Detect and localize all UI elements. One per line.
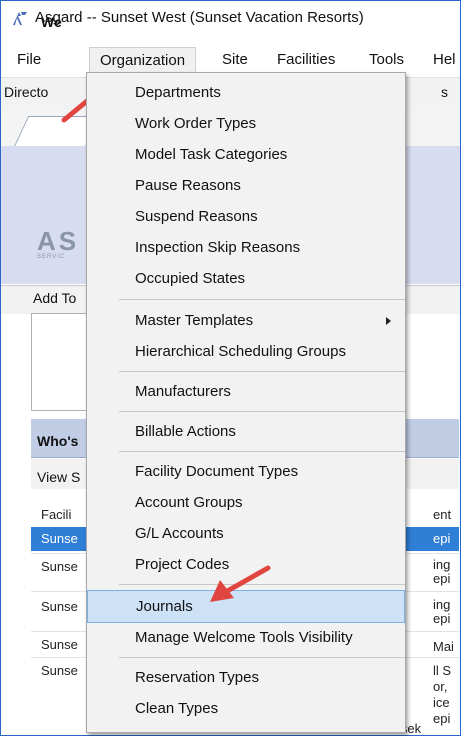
table-cell-right: ing [433, 557, 451, 572]
menu-organization[interactable]: Organization [89, 47, 197, 75]
table-cell-facility: Sunse [41, 531, 78, 546]
company-logo: AS [37, 226, 80, 256]
add-tools-label[interactable]: Add To [33, 290, 76, 306]
menu-item-billable-actions[interactable]: Billable Actions [87, 416, 405, 447]
menu-item-label: Hierarchical Scheduling Groups [135, 343, 346, 360]
menu-item-departments[interactable]: Departments [87, 77, 405, 108]
menu-item-label: Inspection Skip Reasons [135, 239, 301, 256]
menu-item-label: Account Groups [135, 494, 243, 511]
table-cell-right: ice [433, 695, 450, 710]
menu-tools[interactable]: Tools [369, 47, 404, 73]
menu-item-label: Suspend Reasons [135, 208, 258, 225]
window-title: Asgard -- Sunset West (Sunset Vacation R… [35, 9, 364, 26]
menu-separator [119, 411, 405, 412]
organization-dropdown-menu: Departments Work Order Types Model Task … [86, 72, 406, 733]
menu-item-manage-welcome-tools-visibility[interactable]: Manage Welcome Tools Visibility [87, 622, 405, 653]
menu-facilities[interactable]: Facilities [277, 47, 335, 73]
menu-item-facility-document-types[interactable]: Facility Document Types [87, 456, 405, 487]
table-cell-facility[interactable]: Sunse [41, 559, 78, 574]
menu-item-hierarchical-scheduling-groups[interactable]: Hierarchical Scheduling Groups [87, 336, 405, 367]
menu-bar: File Organization Site Facilities Tools … [1, 47, 460, 75]
asgard-logo-icon [13, 12, 27, 25]
menu-item-reservation-types[interactable]: Reservation Types [87, 662, 405, 693]
table-cell-facility[interactable]: Sunse [41, 663, 78, 678]
menu-item-label: Work Order Types [135, 115, 257, 132]
title-bar: Asgard -- Sunset West (Sunset Vacation R… [1, 1, 460, 35]
table-cell-facility[interactable]: Sunse [41, 637, 78, 652]
submenu-arrow-icon [386, 317, 391, 325]
menu-separator [119, 299, 405, 300]
menu-file[interactable]: File [17, 47, 41, 73]
menu-item-label: Pause Reasons [135, 177, 241, 194]
company-logo-subtitle: SERVIC [37, 254, 66, 260]
menu-item-manufacturers[interactable]: Manufacturers [87, 376, 405, 407]
table-cell-right: epi [433, 611, 451, 626]
directory-label[interactable]: Directo [4, 84, 48, 100]
menu-item-label: G/L Accounts [135, 525, 224, 542]
menu-item-label: Billable Actions [135, 423, 236, 440]
menu-item-label: Model Task Categories [135, 146, 288, 163]
menu-help[interactable]: Hel [433, 47, 456, 73]
menu-item-suspend-reasons[interactable]: Suspend Reasons [87, 201, 405, 232]
menu-item-clean-types[interactable]: Clean Types [87, 693, 405, 724]
menu-item-label: Departments [135, 84, 221, 101]
whos-panel-title: Who's [37, 433, 79, 449]
menu-item-label: Clean Types [135, 700, 219, 717]
table-cell-facility[interactable]: Sunse [41, 599, 78, 614]
menu-item-label: Journals [136, 598, 193, 615]
menu-item-label: Occupied States [135, 270, 246, 287]
menu-separator [119, 371, 405, 372]
menu-item-label: Reservation Types [135, 669, 259, 686]
column-facility-header[interactable]: Facili [41, 507, 71, 522]
menu-item-pause-reasons[interactable]: Pause Reasons [87, 170, 405, 201]
tools-panel [31, 313, 93, 411]
table-cell-right: epi [433, 531, 451, 546]
menu-item-inspection-skip-reasons[interactable]: Inspection Skip Reasons [87, 232, 405, 263]
menu-item-label: Manage Welcome Tools Visibility [135, 629, 353, 646]
table-cell-right: ll S [433, 663, 452, 678]
menu-item-account-groups[interactable]: Account Groups [87, 487, 405, 518]
menu-item-model-task-categories[interactable]: Model Task Categories [87, 139, 405, 170]
table-cell-right: Mai [433, 639, 454, 654]
table-cell-right: epi [433, 571, 451, 586]
menu-item-label: Master Templates [135, 312, 254, 329]
view-selector-label[interactable]: View S [37, 469, 80, 485]
table-cell-right: epi [433, 711, 451, 726]
tab-welcome-label: We [41, 14, 62, 30]
menu-item-label: Manufacturers [135, 383, 231, 400]
menu-separator [119, 451, 405, 452]
menu-item-label: Facility Document Types [135, 463, 299, 480]
menu-item-master-templates[interactable]: Master Templates [87, 305, 405, 336]
menu-item-occupied-states[interactable]: Occupied States [87, 263, 405, 294]
table-cell-right: or, [433, 679, 448, 694]
menu-item-gl-accounts[interactable]: G/L Accounts [87, 518, 405, 549]
column-right-header[interactable]: ent [433, 507, 451, 522]
toolbar-right-label[interactable]: s [441, 84, 448, 100]
table-cell-right: ing [433, 597, 451, 612]
menu-separator [119, 657, 405, 658]
annotation-arrow-icon [210, 565, 271, 602]
menu-item-work-order-types[interactable]: Work Order Types [87, 108, 405, 139]
menu-site[interactable]: Site [222, 47, 248, 73]
